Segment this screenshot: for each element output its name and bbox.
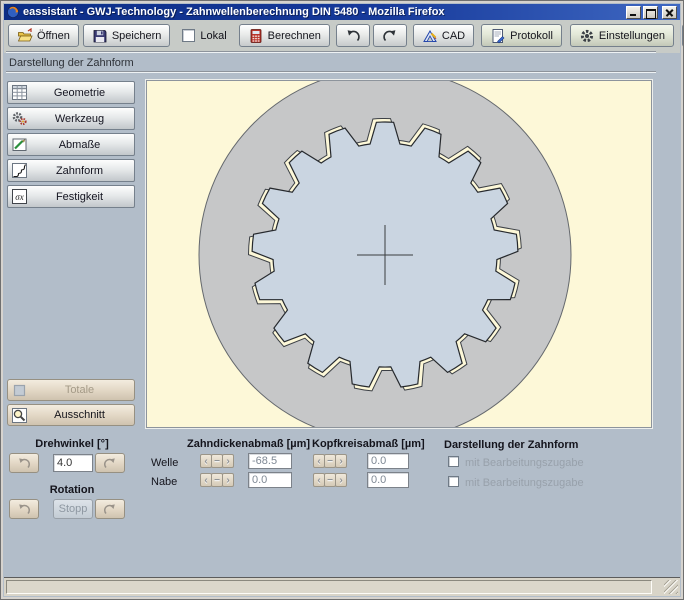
display-options-header: Darstellung der Zahnform xyxy=(444,439,578,451)
tolerance-pencil-icon xyxy=(11,136,28,153)
spinner-right-icon[interactable]: › xyxy=(335,473,347,487)
settings-button-label: Einstellungen xyxy=(599,30,665,42)
nabe-tip-input[interactable] xyxy=(367,472,409,488)
resize-grip[interactable] xyxy=(664,580,678,594)
svg-text:σx: σx xyxy=(15,192,23,202)
stop-button-label: Stopp xyxy=(59,503,88,515)
tip-allowance-header: Kopfkreisabmaß [µm] xyxy=(312,438,425,450)
machining-allowance-checkbox-1 xyxy=(448,456,459,467)
spinner-right-icon[interactable]: › xyxy=(222,454,234,468)
welle-tip-spinner: ‹−› xyxy=(313,454,346,468)
rotate-cw-icon xyxy=(103,457,117,470)
rotation-label: Rotation xyxy=(7,484,137,496)
open-button[interactable]: Öffnen xyxy=(8,24,79,47)
welle-tooth-spinner: ‹−› xyxy=(200,454,233,468)
title-bar: eassistant - GWJ-Technology - Zahnwellen… xyxy=(4,4,680,20)
rotate-cw-button[interactable] xyxy=(95,453,125,473)
ausschnitt-button-label: Ausschnitt xyxy=(28,409,131,421)
spinner-right-icon[interactable]: › xyxy=(335,454,347,468)
sidebar-item-label: Geometrie xyxy=(28,87,131,99)
main-toolbar: Öffnen Speichern Lokal xyxy=(4,20,680,53)
undo-icon xyxy=(345,29,361,43)
local-checkbox[interactable] xyxy=(182,29,195,42)
nabe-tooth-input[interactable] xyxy=(248,472,292,488)
totale-button-label: Totale xyxy=(28,384,131,396)
save-button[interactable]: Speichern xyxy=(83,24,171,47)
sidebar-item-werkzeug[interactable]: Werkzeug xyxy=(7,107,135,130)
rotate-ccw-icon xyxy=(17,503,31,516)
rotation-ccw-button[interactable] xyxy=(9,499,39,519)
sidebar-item-geometrie[interactable]: Geometrie xyxy=(7,81,135,104)
gear-drawing-canvas[interactable] xyxy=(146,80,652,428)
cad-button[interactable]: CAD xyxy=(413,24,474,47)
calculate-button-label: Berechnen xyxy=(268,30,321,42)
geometry-grid-icon xyxy=(11,84,28,101)
app-window: eassistant - GWJ-Technology - Zahnwellen… xyxy=(0,0,684,600)
undo-button[interactable] xyxy=(336,24,370,47)
redo-button[interactable] xyxy=(373,24,407,47)
sidebar-item-label: Zahnform xyxy=(28,165,131,177)
firefox-icon xyxy=(7,6,19,18)
local-checkbox-group: Lokal xyxy=(182,29,226,42)
sigma-strength-icon: σx xyxy=(11,188,28,205)
welle-tooth-input[interactable] xyxy=(248,453,292,469)
tooth-allowance-header: Zahndickenabmaß [µm] xyxy=(187,438,310,450)
row-label-nabe: Nabe xyxy=(151,476,177,488)
rotate-cw-icon xyxy=(103,503,117,516)
cad-icon xyxy=(422,28,438,44)
machining-allowance-checkbox-2 xyxy=(448,476,459,487)
calculator-icon xyxy=(248,28,264,44)
minimize-button[interactable] xyxy=(626,6,641,19)
gear-canvas-svg xyxy=(147,81,651,427)
machining-allowance-label-1: mit Bearbeitungszugabe xyxy=(465,457,584,469)
sidebar-item-zahnform[interactable]: Zahnform xyxy=(7,159,135,182)
angle-label: Drehwinkel [°] xyxy=(7,438,137,450)
status-bar xyxy=(4,577,680,596)
rotate-ccw-icon xyxy=(17,457,31,470)
nabe-tooth-spinner: ‹−› xyxy=(200,473,233,487)
rotation-cw-button[interactable] xyxy=(95,499,125,519)
settings-button[interactable]: Einstellungen xyxy=(570,24,674,47)
window-title: eassistant - GWJ-Technology - Zahnwellen… xyxy=(23,6,624,18)
nabe-tip-spinner: ‹−› xyxy=(313,473,346,487)
section-separator xyxy=(6,71,656,73)
stop-button: Stopp xyxy=(53,499,93,519)
save-floppy-icon xyxy=(92,28,108,44)
cad-button-label: CAD xyxy=(442,30,465,42)
totale-button: Totale xyxy=(7,379,135,401)
sidebar-item-label: Abmaße xyxy=(28,139,131,151)
spinner-right-icon[interactable]: › xyxy=(222,473,234,487)
sidebar-item-label: Festigkeit xyxy=(28,191,131,203)
ausschnitt-button[interactable]: Ausschnitt xyxy=(7,404,135,426)
save-button-label: Speichern xyxy=(112,30,162,42)
welle-tip-input[interactable] xyxy=(367,453,409,469)
page-title: Darstellung der Zahnform xyxy=(9,57,134,69)
open-folder-icon xyxy=(17,28,33,44)
angle-input[interactable] xyxy=(53,454,93,472)
rotate-ccw-button[interactable] xyxy=(9,453,39,473)
full-view-icon xyxy=(11,382,28,399)
settings-gear-icon xyxy=(579,28,595,44)
close-button[interactable] xyxy=(662,6,677,19)
zoom-magnifier-icon xyxy=(11,407,28,424)
sidebar-item-abmasse[interactable]: Abmaße xyxy=(7,133,135,156)
protocol-button-label: Protokoll xyxy=(510,30,553,42)
maximize-button[interactable] xyxy=(643,6,658,19)
sidebar-item-festigkeit[interactable]: σx Festigkeit xyxy=(7,185,135,208)
protocol-document-icon xyxy=(490,28,506,44)
tooth-profile-icon xyxy=(11,162,28,179)
redo-icon xyxy=(382,29,398,43)
protocol-button[interactable]: Protokoll xyxy=(481,24,562,47)
status-field xyxy=(6,580,652,594)
toolbar-separator xyxy=(6,51,656,53)
row-label-welle: Welle xyxy=(151,457,178,469)
calculate-button[interactable]: Berechnen xyxy=(239,24,330,47)
machining-allowance-label-2: mit Bearbeitungszugabe xyxy=(465,477,584,489)
tool-gears-icon xyxy=(11,110,28,127)
open-button-label: Öffnen xyxy=(37,30,70,42)
sidebar-item-label: Werkzeug xyxy=(28,113,131,125)
local-checkbox-label: Lokal xyxy=(200,30,226,42)
